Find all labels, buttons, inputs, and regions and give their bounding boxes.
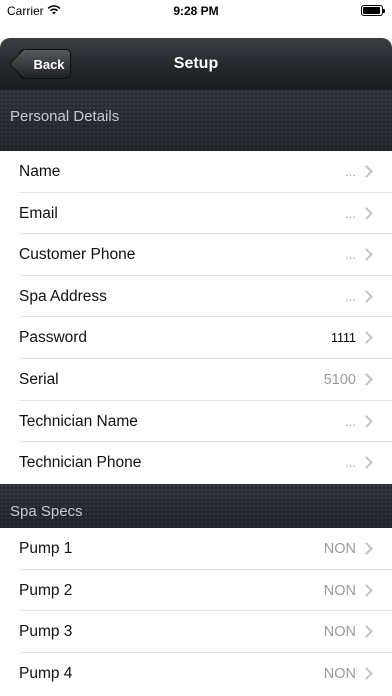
row-value: NON [323, 665, 356, 682]
row-name[interactable]: Name ... [0, 151, 392, 193]
row-value: 5100 [323, 371, 356, 388]
chevron-right-icon [360, 206, 373, 220]
row-password[interactable]: Password 1111 [0, 317, 392, 359]
row-value: 1111 [330, 331, 356, 346]
row-label: Technician Phone [19, 454, 142, 472]
chevron-right-icon [360, 248, 373, 262]
section-title: Personal Details [10, 108, 120, 125]
chevron-right-icon [360, 456, 373, 470]
battery-icon [361, 5, 385, 16]
chevron-right-icon [360, 542, 373, 555]
row-label: Pump 3 [19, 623, 73, 641]
row-value: NON [323, 582, 356, 599]
chevron-right-icon [360, 289, 373, 303]
row-label: Name [19, 163, 61, 180]
row-label: Password [19, 329, 88, 347]
chevron-right-icon [360, 373, 373, 386]
row-technician-name[interactable]: Technician Name ... [0, 400, 392, 443]
row-pump-2[interactable]: Pump 2 NON [0, 569, 392, 612]
row-label: Pump 2 [19, 581, 73, 599]
row-value: ... [345, 413, 356, 429]
row-value: ... [345, 205, 356, 221]
row-pump-4[interactable]: Pump 4 NON [0, 652, 392, 695]
row-label: Technician Name [19, 412, 138, 430]
status-bar: Carrier 9:28 PM [0, 0, 392, 22]
chevron-right-icon [360, 625, 373, 639]
row-email[interactable]: Email ... [0, 192, 392, 235]
row-value: NON [323, 624, 356, 641]
section-header-personal-details: Personal Details [0, 90, 392, 151]
row-pump-1[interactable]: Pump 1 NON [0, 528, 392, 570]
row-value: ... [345, 247, 356, 263]
row-value: ... [345, 288, 356, 304]
chevron-right-icon [360, 666, 373, 680]
spa-specs-list: Pump 1 NON Pump 2 NON Pump 3 NON Pump 4 … [0, 528, 392, 695]
row-label: Serial [19, 370, 59, 388]
row-label: Spa Address [19, 287, 107, 305]
row-serial[interactable]: Serial 5100 [0, 358, 392, 401]
row-label: Customer Phone [19, 246, 136, 264]
chevron-right-icon [360, 165, 373, 178]
personal-details-list: Name ... Email ... Customer Phone ... Sp… [0, 151, 392, 484]
row-label: Pump 1 [19, 540, 73, 557]
row-customer-phone[interactable]: Customer Phone ... [0, 234, 392, 276]
row-label: Pump 4 [19, 664, 73, 682]
chevron-right-icon [360, 331, 373, 345]
section-header-spa-specs: Spa Specs [0, 484, 392, 528]
back-button-label: Back [33, 56, 65, 72]
row-value: ... [345, 164, 356, 179]
chevron-right-icon [360, 583, 373, 597]
row-spa-address[interactable]: Spa Address ... [0, 275, 392, 318]
row-pump-3[interactable]: Pump 3 NON [0, 611, 392, 653]
row-label: Email [19, 204, 58, 222]
chevron-right-icon [360, 414, 373, 428]
section-title: Spa Specs [10, 503, 83, 520]
row-value: ... [345, 455, 356, 471]
status-time: 9:28 PM [173, 4, 219, 18]
row-value: NON [323, 541, 356, 557]
row-technician-phone[interactable]: Technician Phone ... [0, 442, 392, 484]
navigation-bar: Back Setup [0, 38, 392, 90]
